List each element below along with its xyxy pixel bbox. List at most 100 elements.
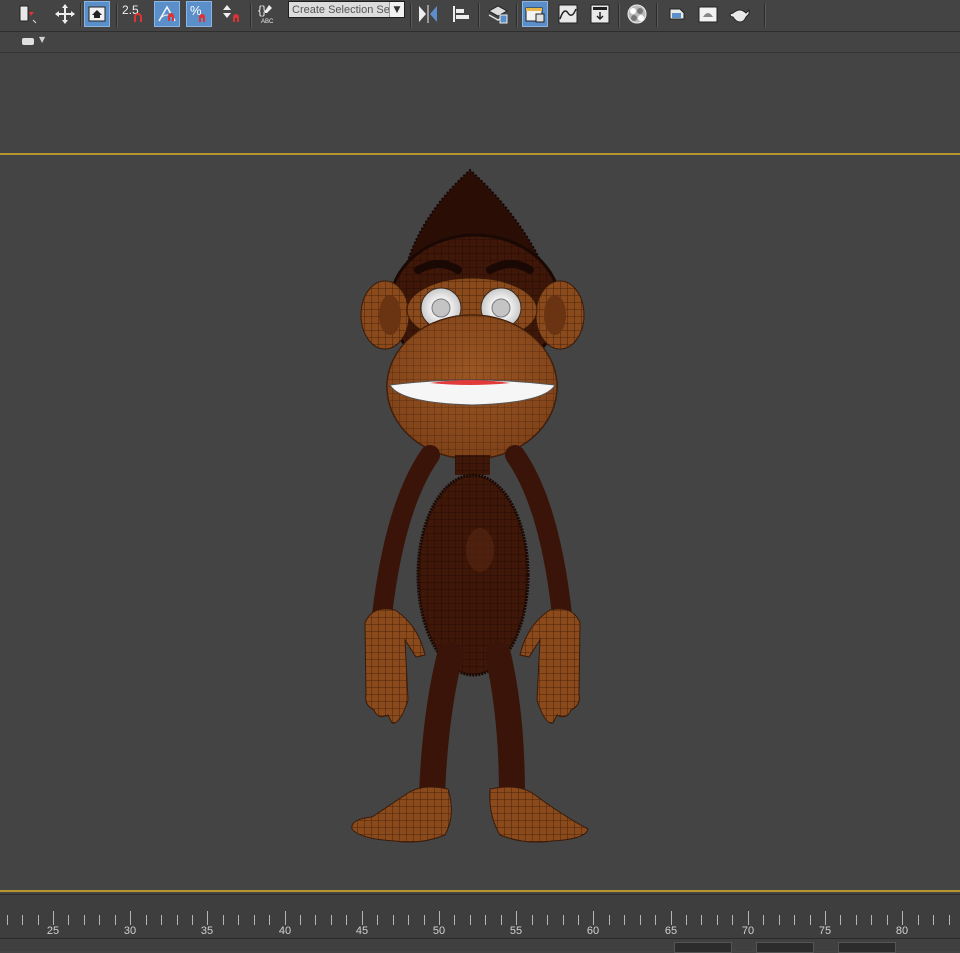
render-teapot-icon[interactable] [727, 1, 753, 27]
select-filter-icon[interactable] [14, 1, 40, 27]
timeline-frame-label: 30 [123, 925, 137, 937]
timeline-tick [315, 915, 316, 925]
material-editor-icon[interactable] [624, 1, 650, 27]
timeline-frame-label: 65 [664, 925, 678, 937]
timeline-tick [609, 915, 610, 925]
timeline-tick [732, 915, 733, 925]
timeline-tick [701, 915, 702, 925]
perspective-viewport[interactable] [0, 153, 960, 892]
timeline-frame-label: 60 [586, 925, 600, 937]
selection-set-text: Create Selection Se [292, 3, 389, 16]
timeline-major-tick [439, 911, 440, 925]
timeline-tick [918, 915, 919, 925]
timeline-tick [624, 915, 625, 925]
timeline-major-tick [207, 911, 208, 925]
svg-text:ABC: ABC [261, 19, 274, 25]
timeline-frame-label: 55 [509, 925, 523, 937]
timeline-tick [794, 915, 795, 925]
timeline-major-tick [362, 911, 363, 925]
timeline-frame-label: 40 [278, 925, 292, 937]
status-field[interactable] [674, 942, 732, 953]
main-toolbar: 2.5 % {} ABC Create Selection Se ▼ [0, 0, 960, 32]
timeline-frame-label: 70 [741, 925, 755, 937]
timeline-major-tick [671, 911, 672, 925]
timeline-tick [949, 915, 950, 925]
timeline-tick [856, 915, 857, 925]
timeline-major-tick [53, 911, 54, 925]
angle-snap-icon[interactable] [154, 1, 180, 27]
snap-toggle-icon[interactable]: 2.5 [120, 1, 146, 27]
timeline-tick [810, 915, 811, 925]
viewport-upper-area [0, 53, 960, 153]
timeline-tick [393, 915, 394, 925]
svg-text:{}: {} [258, 3, 266, 17]
timeline-tick [501, 915, 502, 925]
timeline-tick [840, 915, 841, 925]
ribbon-toggle-icon[interactable] [22, 38, 34, 45]
timeline-tick [686, 915, 687, 925]
timeline-frame-label: 25 [46, 925, 60, 937]
percent-snap-icon[interactable]: % [186, 1, 212, 27]
timeline-major-tick [516, 911, 517, 925]
time-slider[interactable]: 25 30 35 40 45 50 55 60 65 70 75 80 [0, 894, 960, 953]
spinner-snap-icon[interactable] [218, 1, 244, 27]
timeline-tick [269, 915, 270, 925]
timeline-tick [887, 915, 888, 925]
timeline-tick [454, 915, 455, 925]
select-window-icon[interactable] [84, 1, 110, 27]
timeline-tick [563, 915, 564, 925]
timeline-major-tick [902, 911, 903, 925]
chevron-down-icon[interactable]: ▼ [389, 2, 404, 17]
monkey-model[interactable] [0, 155, 960, 890]
timeline-frame-label: 50 [432, 925, 446, 937]
timeline-tick [84, 915, 85, 925]
schematic-view-icon[interactable] [587, 1, 613, 27]
ribbon-strip: ▼ [0, 32, 960, 53]
edit-named-sets-icon[interactable]: {} ABC [254, 1, 280, 27]
timeline-tick [933, 915, 934, 925]
timeline-tick [763, 915, 764, 925]
timeline-tick [779, 915, 780, 925]
status-field[interactable] [838, 942, 896, 953]
timeline-tick [7, 915, 8, 925]
timeline-tick [377, 915, 378, 925]
timeline-tick [115, 915, 116, 925]
status-field[interactable] [756, 942, 814, 953]
layer-manager-icon[interactable] [485, 1, 511, 27]
track-bar[interactable]: 25 30 35 40 45 50 55 60 65 70 75 80 [0, 894, 960, 939]
timeline-tick [177, 915, 178, 925]
timeline-tick [22, 915, 23, 925]
timeline-tick [408, 915, 409, 925]
scene-explorer-icon[interactable] [522, 1, 548, 27]
chevron-down-icon[interactable]: ▼ [39, 35, 45, 44]
timeline-tick [331, 915, 332, 925]
timeline-tick [485, 915, 486, 925]
timeline-tick [146, 915, 147, 925]
timeline-tick [871, 915, 872, 925]
timeline-major-tick [593, 911, 594, 925]
timeline-tick [640, 915, 641, 925]
move-icon[interactable] [52, 1, 78, 27]
rendered-frame-icon[interactable] [695, 1, 721, 27]
timeline-tick [578, 915, 579, 925]
render-setup-icon[interactable] [664, 1, 690, 27]
timeline-major-tick [130, 911, 131, 925]
timeline-frame-label: 80 [895, 925, 909, 937]
timeline-tick [655, 915, 656, 925]
timeline-tick [532, 915, 533, 925]
timeline-tick [346, 915, 347, 925]
timeline-tick [99, 915, 100, 925]
timeline-tick [547, 915, 548, 925]
curve-editor-icon[interactable] [555, 1, 581, 27]
timeline-tick [38, 915, 39, 925]
align-icon[interactable] [448, 1, 474, 27]
timeline-frame-label: 45 [355, 925, 369, 937]
mirror-icon[interactable] [415, 1, 441, 27]
timeline-tick [254, 915, 255, 925]
timeline-frame-label: 75 [818, 925, 832, 937]
named-selection-set-dropdown[interactable]: Create Selection Se ▼ [288, 1, 405, 18]
timeline-major-tick [748, 911, 749, 925]
timeline-tick [223, 915, 224, 925]
timeline-tick [717, 915, 718, 925]
timeline-tick [161, 915, 162, 925]
